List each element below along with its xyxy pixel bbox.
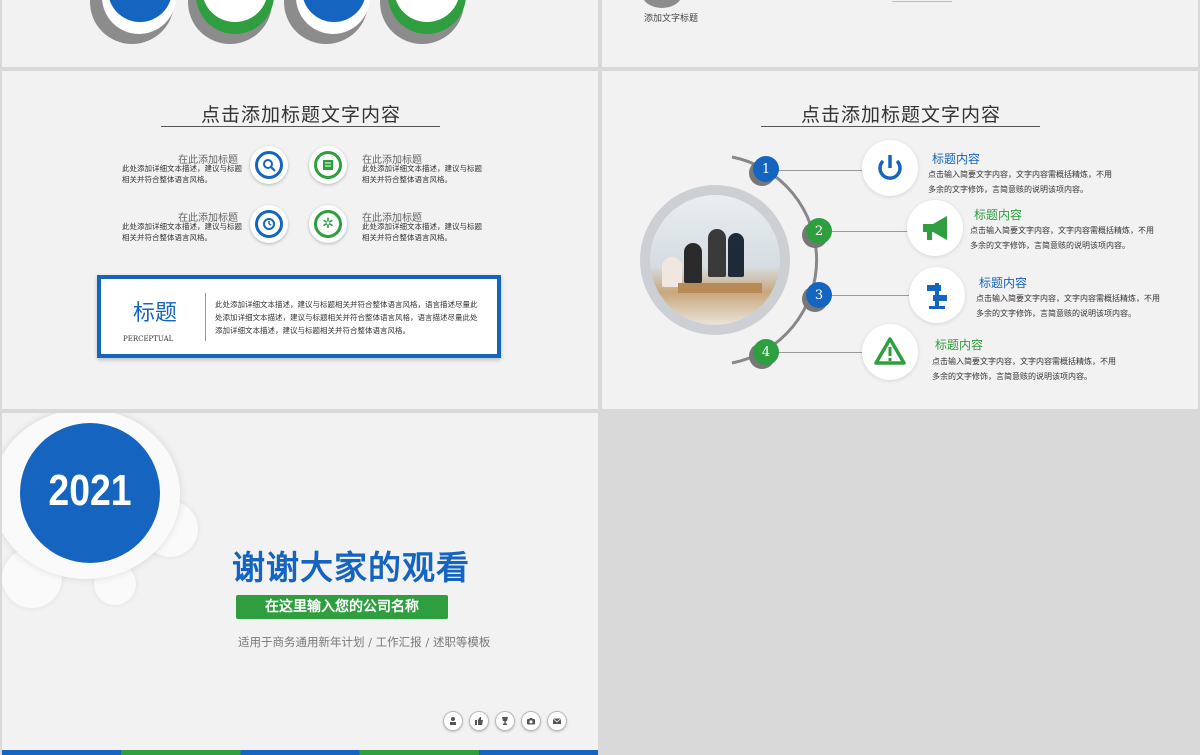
connector-2 xyxy=(830,231,910,232)
item-3-icon-badge xyxy=(909,267,965,323)
person-icon[interactable] xyxy=(443,711,463,731)
item-4-desc: 点击输入简要文字内容，文字内容需概括精炼，不用多余的文字修饰，言简意赅的说明该项… xyxy=(932,357,1116,381)
camera-icon[interactable] xyxy=(521,711,541,731)
warning-icon xyxy=(874,337,906,365)
title-underline xyxy=(161,126,440,127)
year-label: 2021 xyxy=(48,466,132,515)
decor-circle-gray xyxy=(642,0,682,8)
footer-bar xyxy=(2,750,598,755)
megaphone-icon xyxy=(923,216,947,240)
item-1-desc: 点击输入简要文字内容，文字内容需概括精炼，不用多余的文字修饰，言简意赅的说明该项… xyxy=(928,170,1112,194)
step-number-3: 3 xyxy=(806,282,832,308)
item-2-title: 标题内容 xyxy=(974,208,1023,222)
item-4-title: 标题内容 xyxy=(935,338,984,352)
slide-title: 点击添加标题文字内容 xyxy=(800,104,1001,126)
item-4-icon-badge xyxy=(862,324,918,380)
document-icon xyxy=(309,146,347,184)
connector-1 xyxy=(778,170,863,171)
slide-3-thumbnail[interactable]: 点击添加标题文字内容 在此添加标题 此处添加详细文本描述，建议与标题相关并符合整… xyxy=(2,71,598,409)
gear-icon: ✲ xyxy=(322,216,334,232)
step-number-2: 2 xyxy=(806,218,832,244)
trophy-icon[interactable] xyxy=(495,711,515,731)
team-photo xyxy=(650,195,780,325)
item-2-icon-badge xyxy=(907,200,963,256)
item-4-icon-badge: ✲ xyxy=(309,205,347,243)
slide-title: 点击添加标题文字内容 xyxy=(200,104,401,126)
slide-subtitle: 适用于商务通用新年计划 / 工作汇报 / 述职等模板 xyxy=(238,635,491,649)
item-1-icon-badge xyxy=(862,140,918,196)
item-3-title: 标题内容 xyxy=(979,276,1028,290)
company-name-banner: 在这里输入您的公司名称 xyxy=(236,595,448,619)
box-subtitle: PERCEPTUAL xyxy=(123,335,174,343)
item-2-icon-badge xyxy=(309,146,347,184)
thumbs-up-icon[interactable] xyxy=(469,711,489,731)
item-1-title: 标题内容 xyxy=(932,152,981,166)
box-divider xyxy=(205,293,206,341)
clock-icon xyxy=(250,205,288,243)
search-icon xyxy=(250,146,288,184)
slide-5-thumbnail[interactable]: 2021 谢谢大家的观看 在这里输入您的公司名称 适用于商务通用新年计划 / 工… xyxy=(2,413,598,755)
item-3-desc: 此处添加详细文本描述，建议与标题相关并符合整体语言风格。 xyxy=(122,222,242,242)
item-2-desc: 点击输入简要文字内容，文字内容需概括精炼，不用多余的文字修饰，言简意赅的说明该项… xyxy=(970,226,1154,250)
item-1-desc: 此处添加详细文本描述，建议与标题相关并符合整体语言风格。 xyxy=(122,164,242,184)
step-number-4: 4 xyxy=(753,339,779,365)
box-desc: 此处添加详细文本描述，建议与标题相关并符合整体语言风格，语言描述尽量此处添加详细… xyxy=(215,300,478,335)
thanks-heading: 谢谢大家的观看 xyxy=(232,548,470,587)
item-3-desc: 点击输入简要文字内容，文字内容需概括精炼，不用多余的文字修饰，言简意赅的说明该项… xyxy=(976,294,1160,318)
slide-1-thumbnail[interactable] xyxy=(2,0,598,67)
connector-4 xyxy=(778,352,863,353)
item-3-icon-badge xyxy=(250,205,288,243)
item-1-icon-badge xyxy=(250,146,288,184)
signpost-icon xyxy=(927,283,947,309)
connector-3 xyxy=(830,295,910,296)
item-2-desc: 此处添加详细文本描述，建议与标题相关并符合整体语言风格。 xyxy=(362,164,482,184)
slide-2-thumbnail[interactable]: 添加文字标题 xyxy=(602,0,1198,67)
slide-4-thumbnail[interactable]: 点击添加标题文字内容 1 2 3 4 标题内容 点击输入简要文字内容，文字内容需… xyxy=(602,71,1198,409)
mail-icon[interactable] xyxy=(547,711,567,731)
highlight-box: 标题 PERCEPTUAL 此处添加详细文本描述，建议与标题相关并符合整体语言风… xyxy=(97,275,501,358)
power-icon xyxy=(878,155,902,180)
box-title: 标题 xyxy=(133,301,178,326)
item-4-desc: 此处添加详细文本描述，建议与标题相关并符合整体语言风格。 xyxy=(362,222,482,242)
slide-2-caption: 添加文字标题 xyxy=(644,14,699,24)
partial-text xyxy=(892,0,952,2)
step-number-1: 1 xyxy=(753,156,779,182)
title-underline xyxy=(761,126,1040,127)
